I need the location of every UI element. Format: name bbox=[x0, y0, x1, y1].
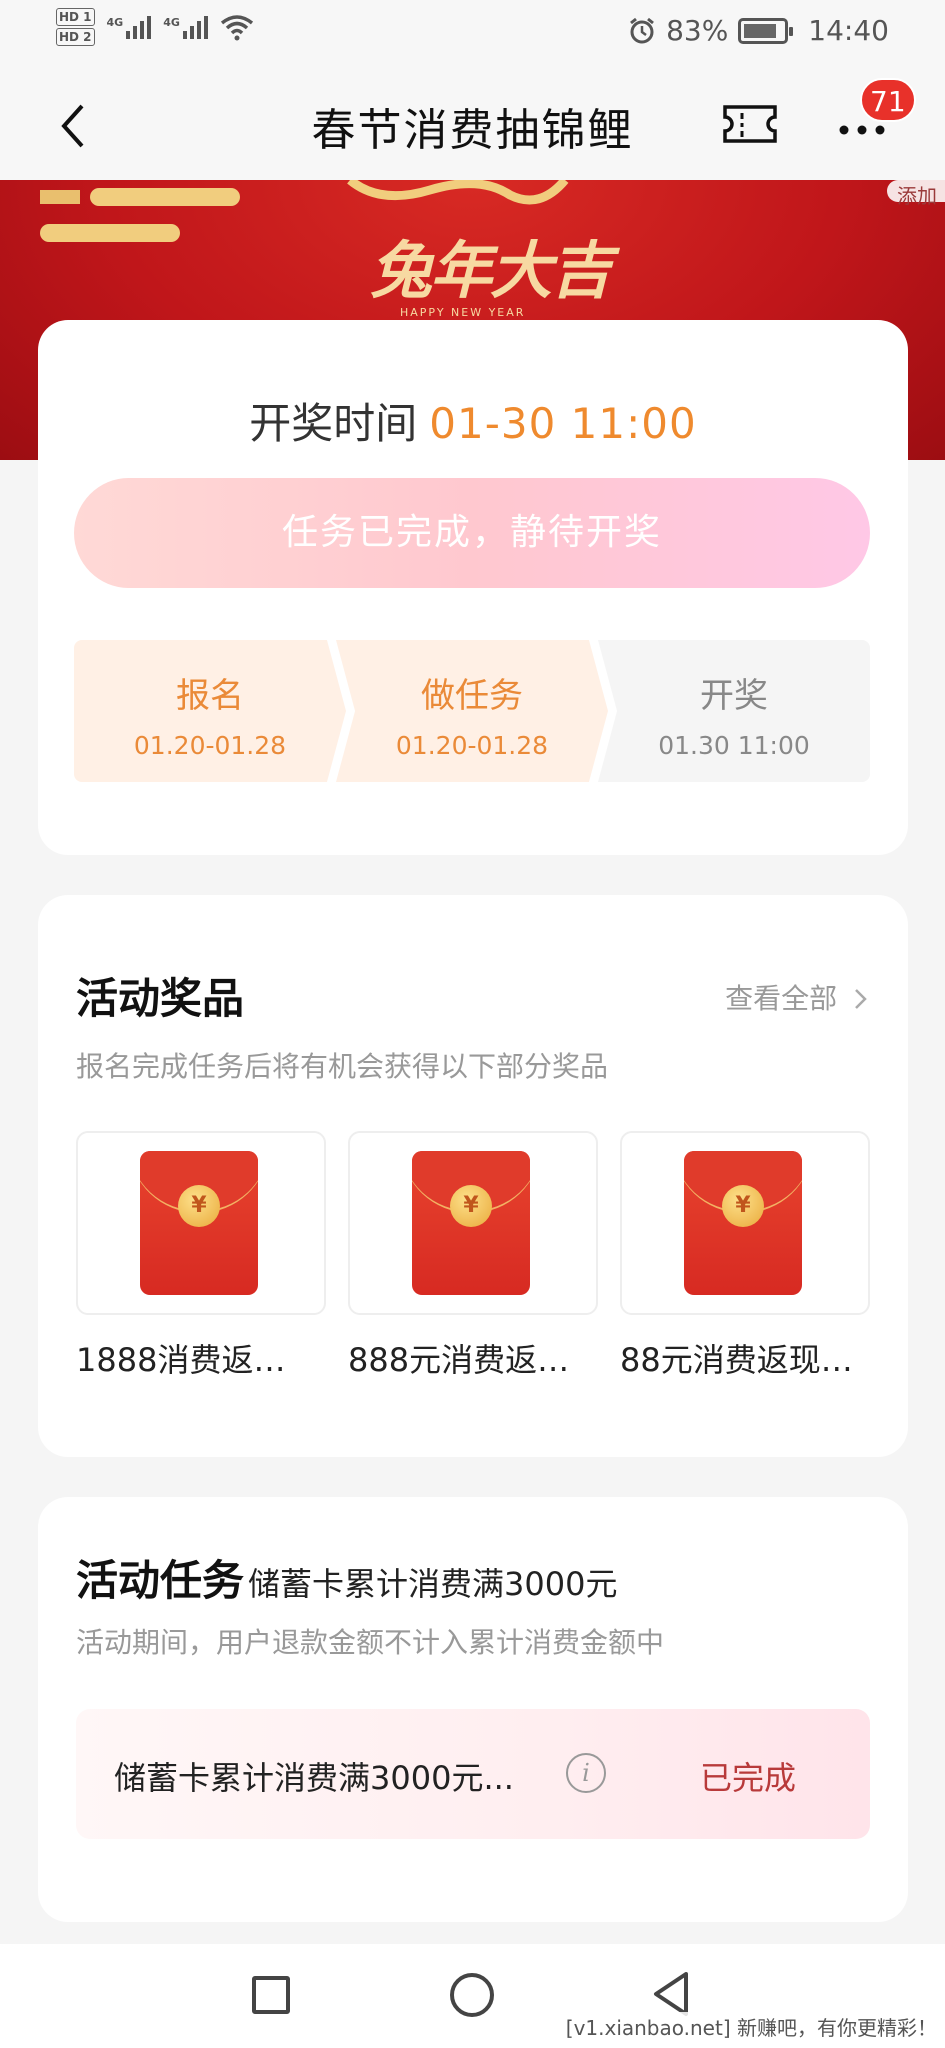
coin-icon: ¥ bbox=[450, 1185, 492, 1227]
home-button[interactable] bbox=[450, 1973, 494, 2017]
task-status: 已完成 bbox=[700, 1759, 797, 1797]
hd2-indicator: HD 2 bbox=[56, 28, 95, 46]
battery-icon bbox=[738, 17, 794, 44]
battery-percent: 83% bbox=[666, 14, 729, 47]
progress-steps: 报名 01.20-01.28 做任务 01.20-01.28 开奖 01.30 … bbox=[74, 640, 870, 782]
alarm-icon bbox=[630, 17, 654, 43]
red-envelope-icon: ¥ bbox=[140, 1151, 258, 1295]
prizes-title: 活动奖品 bbox=[76, 974, 245, 1023]
see-all-link[interactable]: 查看全部 bbox=[725, 977, 870, 1017]
watermark: [v1.xianbao.net] 新赚吧，有你更精彩！ bbox=[565, 2012, 937, 2041]
prize-image: ¥ bbox=[348, 1131, 598, 1315]
signal1-icon: 4G bbox=[107, 15, 152, 39]
prizes-description: 报名完成任务后将有机会获得以下部分奖品 bbox=[76, 1050, 609, 1083]
step-signup: 报名 01.20-01.28 bbox=[74, 640, 346, 782]
prize-name: 888元消费返… bbox=[348, 1341, 570, 1379]
chevron-right-icon bbox=[855, 989, 867, 1009]
red-envelope-icon: ¥ bbox=[412, 1151, 530, 1295]
step-date: 01.20-01.28 bbox=[395, 731, 549, 760]
tasks-header: 活动任务 储蓄卡累计消费满3000元 bbox=[76, 1547, 617, 1608]
wifi-icon bbox=[220, 15, 253, 41]
recent-apps-button[interactable] bbox=[252, 1976, 290, 2014]
prize-name: 88元消费返现… bbox=[620, 1341, 853, 1379]
prize-name: 1888消费返… bbox=[76, 1341, 286, 1379]
gold-brush-ornament bbox=[347, 180, 569, 205]
page-title: 春节消费抽锦鲤 bbox=[311, 105, 634, 156]
notification-badge: 71 bbox=[860, 78, 916, 122]
status-right: 83% 14:40 bbox=[628, 14, 889, 47]
tasks-title: 活动任务 bbox=[76, 1556, 245, 1605]
gold-cloud-ornament bbox=[40, 188, 240, 242]
nav-bar: 春节消费抽锦鲤 71 bbox=[0, 68, 945, 180]
step-label: 做任务 bbox=[421, 676, 523, 716]
draw-time-value: 01-30 11:00 bbox=[429, 399, 697, 448]
step-label: 开奖 bbox=[700, 676, 768, 716]
ticket-icon[interactable] bbox=[722, 104, 778, 144]
prize-item[interactable]: ¥ 1888消费返… bbox=[76, 1131, 326, 1381]
tasks-description: 活动期间，用户退款金额不计入累计消费金额中 bbox=[76, 1626, 665, 1659]
tasks-card: 活动任务 储蓄卡累计消费满3000元 活动期间，用户退款金额不计入累计消费金额中… bbox=[38, 1497, 908, 1922]
prizes-card: 活动奖品 查看全部 报名完成任务后将有机会获得以下部分奖品 ¥ 1888消费返…… bbox=[38, 895, 908, 1457]
back-triangle-icon[interactable] bbox=[650, 1970, 692, 2018]
prize-item[interactable]: ¥ 888元消费返… bbox=[348, 1131, 598, 1381]
banner-greeting: 兔年大吉 bbox=[370, 234, 612, 307]
step-do-task: 做任务 01.20-01.28 bbox=[336, 640, 608, 782]
task-item[interactable]: 储蓄卡累计消费满3000元... i 已完成 bbox=[76, 1709, 870, 1839]
step-date: 01.30 11:00 bbox=[658, 731, 810, 760]
prize-image: ¥ bbox=[76, 1131, 326, 1315]
clock: 14:40 bbox=[808, 14, 889, 47]
task-complete-button[interactable]: 任务已完成，静待开奖 bbox=[74, 478, 870, 588]
banner-subtitle: HAPPY NEW YEAR bbox=[400, 306, 526, 319]
status-bar: HD 1 HD 2 4G 4G 83% 14:40 bbox=[0, 0, 945, 68]
task-name: 储蓄卡累计消费满3000元... bbox=[114, 1759, 514, 1797]
coin-icon: ¥ bbox=[178, 1185, 220, 1227]
tasks-subtitle: 储蓄卡累计消费满3000元 bbox=[248, 1565, 618, 1603]
prize-item[interactable]: ¥ 88元消费返现… bbox=[620, 1131, 870, 1381]
see-all-label: 查看全部 bbox=[725, 982, 838, 1015]
draw-card: 开奖时间 01-30 11:00 任务已完成，静待开奖 报名 01.20-01.2… bbox=[38, 320, 908, 855]
red-envelope-icon: ¥ bbox=[684, 1151, 802, 1295]
signal2-icon: 4G bbox=[163, 15, 208, 39]
draw-time-label: 开奖时间 bbox=[249, 399, 418, 448]
add-tag[interactable]: 添加 bbox=[887, 180, 945, 208]
prize-image: ¥ bbox=[620, 1131, 870, 1315]
coin-icon: ¥ bbox=[722, 1185, 764, 1227]
system-nav-bar: [v1.xianbao.net] 新赚吧，有你更精彩！ bbox=[0, 1944, 945, 2048]
info-icon[interactable]: i bbox=[566, 1753, 606, 1793]
status-left: HD 1 HD 2 4G 4G bbox=[56, 8, 254, 46]
step-date: 01.20-01.28 bbox=[133, 731, 287, 760]
step-draw: 开奖 01.30 11:00 bbox=[598, 640, 870, 782]
hd1-indicator: HD 1 bbox=[56, 8, 95, 26]
draw-time: 开奖时间 01-30 11:00 bbox=[38, 390, 908, 451]
step-label: 报名 bbox=[176, 676, 244, 716]
